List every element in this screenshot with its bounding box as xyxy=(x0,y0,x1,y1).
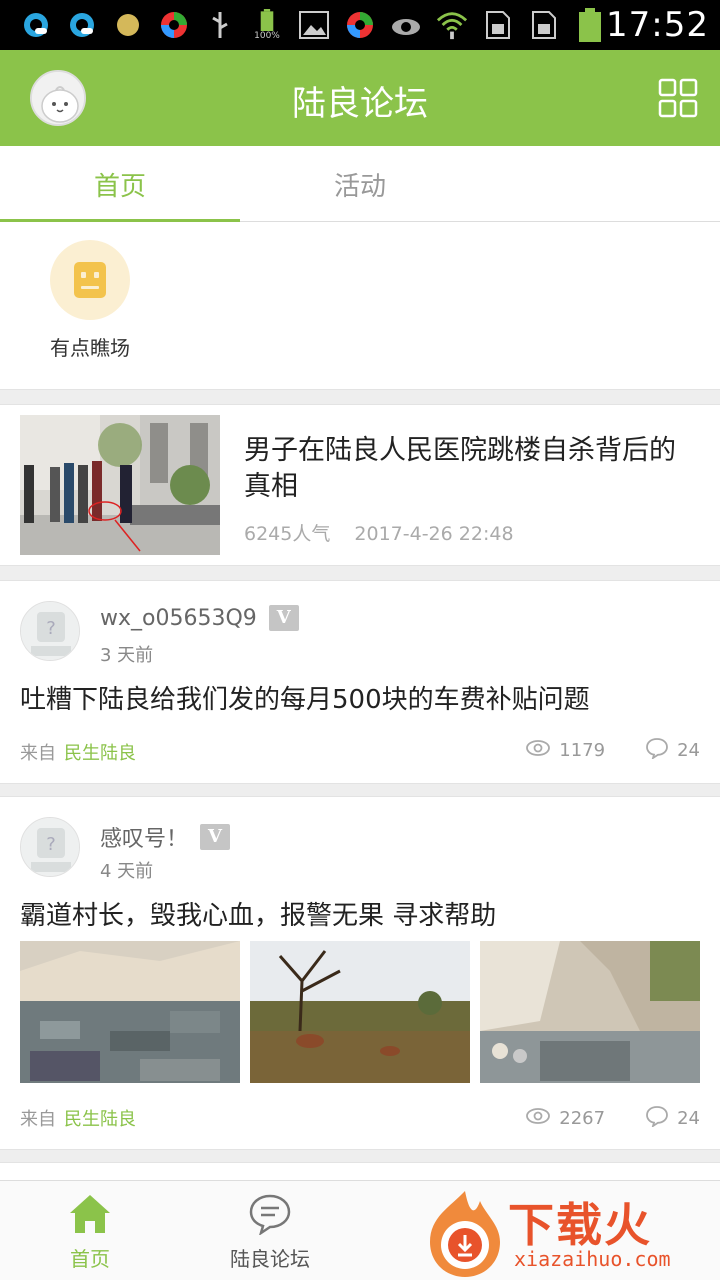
quick-section: 有点瞧场 xyxy=(0,222,720,390)
svg-text:?: ? xyxy=(46,618,56,639)
avatar[interactable]: ? xyxy=(20,817,80,877)
nav-forum-label: 陆良论坛 xyxy=(230,1247,310,1271)
comment-icon xyxy=(645,737,669,764)
news-views: 6245人气 xyxy=(244,523,331,545)
post-card[interactable]: ? wx_o05653Q9 V 3 天前 吐糟下陆良给我们发的每月500块的车费… xyxy=(0,580,720,784)
status-icons: 100% xyxy=(20,8,606,42)
post-stats: 1179 24 xyxy=(525,737,700,764)
quick-item[interactable]: 有点瞧场 xyxy=(44,240,136,361)
battery-icon xyxy=(574,8,606,42)
clock: 17:52 xyxy=(606,5,709,45)
tab-home[interactable]: 首页 xyxy=(0,146,240,223)
tab-bar: 首页 活动 xyxy=(0,146,720,223)
nav-home[interactable]: 首页 xyxy=(0,1193,180,1272)
face-icon xyxy=(50,240,130,320)
avatar[interactable]: ? xyxy=(20,601,80,661)
battery-label: 100% xyxy=(254,31,280,41)
post-source: 来自 民生陆良 xyxy=(20,1105,136,1131)
eye-icon xyxy=(390,9,422,41)
comment-icon xyxy=(645,1105,669,1132)
view-count-value: 2267 xyxy=(559,1108,606,1129)
chat-icon xyxy=(248,1194,292,1239)
watermark-text: 下载火 xyxy=(508,1198,652,1252)
wifi-icon xyxy=(436,9,468,41)
quick-item-label: 有点瞧场 xyxy=(50,336,130,360)
usb-icon xyxy=(204,9,236,41)
view-count: 1179 xyxy=(525,738,605,763)
bottom-nav: 首页 陆良论坛 下载火 xiazaihuo.com xyxy=(0,1180,720,1280)
from-label: 来自 xyxy=(20,1109,56,1130)
news-card[interactable]: 男子在陆良人民医院跳楼自杀背后的真相 6245人气 2017-4-26 22:4… xyxy=(0,404,720,566)
nav-forum[interactable]: 陆良论坛 xyxy=(180,1193,360,1272)
browser-icon xyxy=(66,9,98,41)
post-time: 3 天前 xyxy=(100,645,154,666)
source-link[interactable]: 民生陆良 xyxy=(64,1109,136,1130)
comment-count[interactable]: 24 xyxy=(645,737,700,764)
image-icon xyxy=(298,9,330,41)
dot-icon xyxy=(112,9,144,41)
flame-logo-icon xyxy=(430,1191,500,1277)
comment-count[interactable]: 24 xyxy=(645,1105,700,1132)
verified-badge: V xyxy=(268,605,299,631)
app-icon xyxy=(158,9,190,41)
nav-home-label: 首页 xyxy=(70,1247,110,1271)
news-meta: 6245人气 2017-4-26 22:48 xyxy=(244,519,514,546)
next-card-peek xyxy=(0,1162,720,1182)
watermark: 下载火 xiazaihuo.com xyxy=(420,1187,720,1280)
verified-badge: V xyxy=(200,824,231,850)
tab-activity[interactable]: 活动 xyxy=(240,146,480,222)
post-image[interactable] xyxy=(480,941,700,1083)
grid-icon[interactable] xyxy=(658,78,698,118)
sim-icon xyxy=(482,9,514,41)
post-card[interactable]: ? 感叹号！ V 4 天前 霸道村长，毁我心血，报警无果 寻求帮助 来自 民生陆… xyxy=(0,796,720,1150)
app-icon xyxy=(344,9,376,41)
status-bar: 100% 17:52 xyxy=(0,0,720,50)
post-title[interactable]: 吐糟下陆良给我们发的每月500块的车费补贴问题 xyxy=(20,679,590,716)
watermark-url: xiazaihuo.com xyxy=(514,1247,671,1271)
post-image[interactable] xyxy=(250,941,470,1083)
eye-icon xyxy=(525,1106,551,1131)
post-author[interactable]: wx_o05653Q9 V xyxy=(100,605,299,631)
battery-icon: 100% xyxy=(250,9,284,41)
eye-icon xyxy=(525,738,551,763)
post-title[interactable]: 霸道村长，毁我心血，报警无果 寻求帮助 xyxy=(20,895,496,932)
svg-text:?: ? xyxy=(46,834,56,855)
post-image[interactable] xyxy=(20,941,240,1083)
post-time: 4 天前 xyxy=(100,861,154,882)
post-author[interactable]: 感叹号！ V xyxy=(100,821,231,853)
home-icon xyxy=(68,1195,112,1239)
news-date: 2017-4-26 22:48 xyxy=(354,523,514,545)
comment-count-value: 24 xyxy=(677,1108,700,1129)
page-title: 陆良论坛 xyxy=(292,84,428,124)
sim-icon xyxy=(528,9,560,41)
post-images xyxy=(20,941,700,1083)
source-link[interactable]: 民生陆良 xyxy=(64,743,136,764)
news-title[interactable]: 男子在陆良人民医院跳楼自杀背后的真相 xyxy=(244,433,694,505)
author-name[interactable]: 感叹号！ xyxy=(100,821,188,853)
view-count: 2267 xyxy=(525,1106,605,1131)
comment-count-value: 24 xyxy=(677,740,700,761)
from-label: 来自 xyxy=(20,743,56,764)
view-count-value: 1179 xyxy=(559,740,606,761)
browser-icon xyxy=(20,9,52,41)
app-header: 陆良论坛 xyxy=(0,50,720,146)
post-source: 来自 民生陆良 xyxy=(20,739,136,765)
author-name[interactable]: wx_o05653Q9 xyxy=(100,606,257,631)
post-stats: 2267 24 xyxy=(525,1105,700,1132)
news-thumbnail xyxy=(20,415,220,555)
